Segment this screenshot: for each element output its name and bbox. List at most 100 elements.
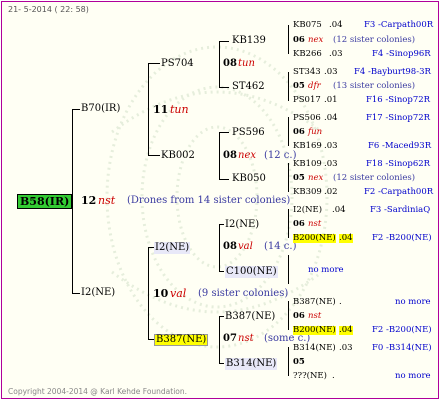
g4-suffix: . [332,371,335,381]
tree-line [72,109,80,110]
g4-info: no more [308,265,344,275]
g4-year: 06 [293,35,305,45]
g2-queen-ps704[interactable]: PS704 [161,59,194,69]
g4-info: F6 -Maced93R [368,141,432,151]
g2-i2ne-year: 08 [223,241,237,252]
g4-info: F16 -Sinop72R [366,95,431,105]
tree-line [288,25,289,54]
tree-line [288,117,289,146]
g2-queen-i2ne[interactable]: I2(NE) [154,242,191,254]
g4-info: F2 -B200(NE) [372,233,432,243]
g4-mark: nst [308,311,322,321]
g3-queen-st462[interactable]: ST462 [232,82,265,92]
g4-mark: nst [308,219,322,229]
g3-queen-i2ne[interactable]: I2(NE) [225,220,259,230]
tree-line [219,224,220,271]
g3-queen-kb139[interactable]: KB139 [232,36,266,46]
tree-line [219,363,224,364]
tree-line [219,132,229,133]
g4-queen[interactable]: PS506 [293,114,321,123]
pedigree-frame: 21- 5-2014 ( 22: 58) B58(IR) 12 nst (Dro… [1,1,439,399]
g4-suffix: .03 [329,49,343,59]
root-year: 12 [81,194,97,207]
g4-note: (12 sister colonies) [333,173,416,183]
tree-line [288,347,289,376]
tree-line [219,41,229,42]
g4-mark: fun [308,127,323,137]
g2-i2ne-mark: val [238,241,253,252]
g4-queen[interactable]: B314(NE) [293,344,336,353]
tree-line [288,301,289,330]
g3-queen-ps596[interactable]: PS596 [232,128,265,138]
g2-b387-mark: nst [238,333,254,344]
tree-line [148,247,149,339]
g4-info: F4 -Sinop96R [372,49,431,59]
tree-line [219,316,220,363]
g2-ps704-mark: tun [238,58,255,69]
g2-queen-kb002[interactable]: KB002 [161,151,195,161]
tree-line [148,63,149,155]
g4-info: F0 -B314(NE) [372,343,432,353]
g4-queen[interactable]: B387(NE) [293,298,336,307]
tree-line [219,224,224,225]
timestamp: 21- 5-2014 ( 22: 58) [8,5,89,14]
g4-info: F18 -Sinop62R [366,159,431,169]
g4-mark: nex [308,173,324,183]
g4-suffix: . [339,297,342,307]
g4-info: no more [395,371,431,381]
g2-kb002-note: (12 c.) [264,150,297,161]
g2-kb002-mark: nex [238,150,256,161]
root-note: (Drones from 14 sister colonies) [127,195,291,206]
g4-info: F2 -Carpath00R [364,187,434,197]
g1-queen-top[interactable]: B70(IR) [81,104,120,114]
g4-year: 06 [293,219,305,229]
g4-year: 06 [293,311,305,321]
g1-top-year: 11 [153,103,169,116]
g4-suffix: .04 [339,325,353,335]
g3-queen-c100[interactable]: C100(NE) [225,266,278,278]
copyright: Copyright 2004-2014 @ Karl Kehde Foundat… [8,387,188,396]
g4-info: F3 -SardiniaQ [370,205,431,215]
g2-b387-year: 07 [223,333,237,344]
g3-queen-kb050[interactable]: KB050 [232,174,266,184]
g4-suffix: .03 [324,67,338,77]
g1-top-mark: tun [170,103,189,116]
g2-queen-b387[interactable]: B387(NE) [154,334,209,346]
g4-queen[interactable]: ST343 [293,68,321,77]
g4-suffix: .04 [332,205,346,215]
g1-bottom-mark: val [170,287,187,300]
g2-i2ne-note: (14 c.) [264,241,297,252]
g4-queen[interactable]: I2(NE) [293,206,322,215]
g4-info: no more [395,297,431,307]
g4-queen[interactable]: KB266 [293,50,322,59]
g4-year: 06 [293,127,305,137]
root-queen[interactable]: B58(IR) [17,194,73,209]
g4-info: F2 -B200(NE) [372,325,432,335]
tree-line [72,293,80,294]
g4-info: F17 -Sinop72R [366,113,431,123]
tree-line [219,87,229,88]
g4-year: 05 [293,173,305,183]
tree-line [288,163,289,192]
tree-line [219,132,220,179]
root-mark: nst [98,194,116,207]
g3-queen-b314[interactable]: B314(NE) [225,358,278,370]
g2-kb002-year: 08 [223,150,237,161]
g4-queen[interactable]: B200(NE) [293,326,336,335]
g4-suffix: .03 [324,159,338,169]
g4-queen[interactable]: KB075 [293,21,322,30]
tree-line [148,63,160,64]
g4-queen[interactable]: ???(NE) [293,372,327,381]
g4-suffix: .04 [324,113,338,123]
g4-year: 05 [293,357,305,367]
g4-queen[interactable]: PS017 [293,96,321,105]
g4-queen[interactable]: KB109 [293,160,322,169]
g3-queen-b387[interactable]: B387(NE) [225,312,275,322]
g4-suffix: .02 [324,187,338,197]
g4-queen[interactable]: KB169 [293,142,322,151]
g4-queen[interactable]: B200(NE) [293,234,336,243]
g4-suffix: .01 [324,95,338,105]
g1-queen-bottom[interactable]: I2(NE) [81,288,115,298]
g4-queen[interactable]: KB309 [293,188,322,197]
tree-line [288,209,289,238]
